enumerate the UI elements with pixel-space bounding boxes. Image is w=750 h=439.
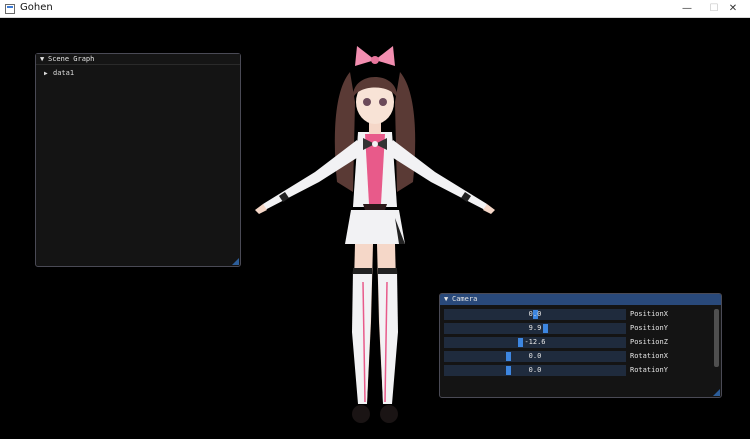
- slider-label: PositionX: [630, 310, 668, 318]
- position-z-slider[interactable]: -12.6: [444, 337, 626, 348]
- camera-scrollbar[interactable]: [714, 309, 719, 367]
- camera-row-rotation-x: 0.0 RotationX: [444, 351, 714, 362]
- slider-label: PositionY: [630, 324, 668, 332]
- slider-label: RotationX: [630, 352, 668, 360]
- rotation-x-slider[interactable]: 0.0: [444, 351, 626, 362]
- tree-node-data1[interactable]: ▶ data1: [44, 69, 74, 77]
- close-button[interactable]: ✕: [716, 0, 750, 18]
- collapse-icon[interactable]: ▼: [40, 54, 48, 65]
- camera-panel: ▼ Camera 0.0 PositionX 9.9 PositionY -12.…: [439, 293, 722, 398]
- scene-graph-panel: ▼ Scene Graph ▶ data1: [35, 53, 241, 267]
- tree-node-label: data1: [53, 69, 75, 77]
- camera-row-position-y: 9.9 PositionY: [444, 323, 714, 334]
- app-icon: [5, 4, 15, 14]
- expand-arrow-icon[interactable]: ▶: [44, 70, 53, 77]
- resize-grip-icon[interactable]: [232, 258, 239, 265]
- slider-label: RotationY: [630, 366, 668, 374]
- slider-value: 0.0: [528, 352, 542, 360]
- slider-value: -12.6: [524, 338, 546, 346]
- camera-title: Camera: [452, 295, 478, 303]
- position-y-slider[interactable]: 9.9: [444, 323, 626, 334]
- rotation-y-slider[interactable]: 0.0: [444, 365, 626, 376]
- 3d-viewport[interactable]: ▼ Scene Graph ▶ data1 ▼ Camera 0.0 Position…: [0, 18, 750, 439]
- slider-value: 0.0: [528, 366, 542, 374]
- scene-graph-title: Scene Graph: [48, 55, 95, 63]
- camera-row-position-z: -12.6 PositionZ: [444, 337, 714, 348]
- resize-grip-icon[interactable]: [713, 389, 720, 396]
- collapse-icon[interactable]: ▼: [444, 294, 452, 305]
- camera-row-position-x: 0.0 PositionX: [444, 309, 714, 320]
- window-title-bar[interactable]: Gohen — ☐ ✕: [0, 0, 750, 18]
- scrollbar-thumb[interactable]: [714, 309, 719, 367]
- camera-row-rotation-y: 0.0 RotationY: [444, 365, 714, 376]
- camera-title-bar[interactable]: ▼ Camera: [440, 294, 721, 305]
- slider-label: PositionZ: [630, 338, 668, 346]
- slider-value: 0.0: [528, 310, 542, 318]
- slider-value: 9.9: [528, 324, 542, 332]
- position-x-slider[interactable]: 0.0: [444, 309, 626, 320]
- window-title: Gohen: [20, 2, 53, 13]
- scene-graph-title-bar[interactable]: ▼ Scene Graph: [36, 54, 240, 65]
